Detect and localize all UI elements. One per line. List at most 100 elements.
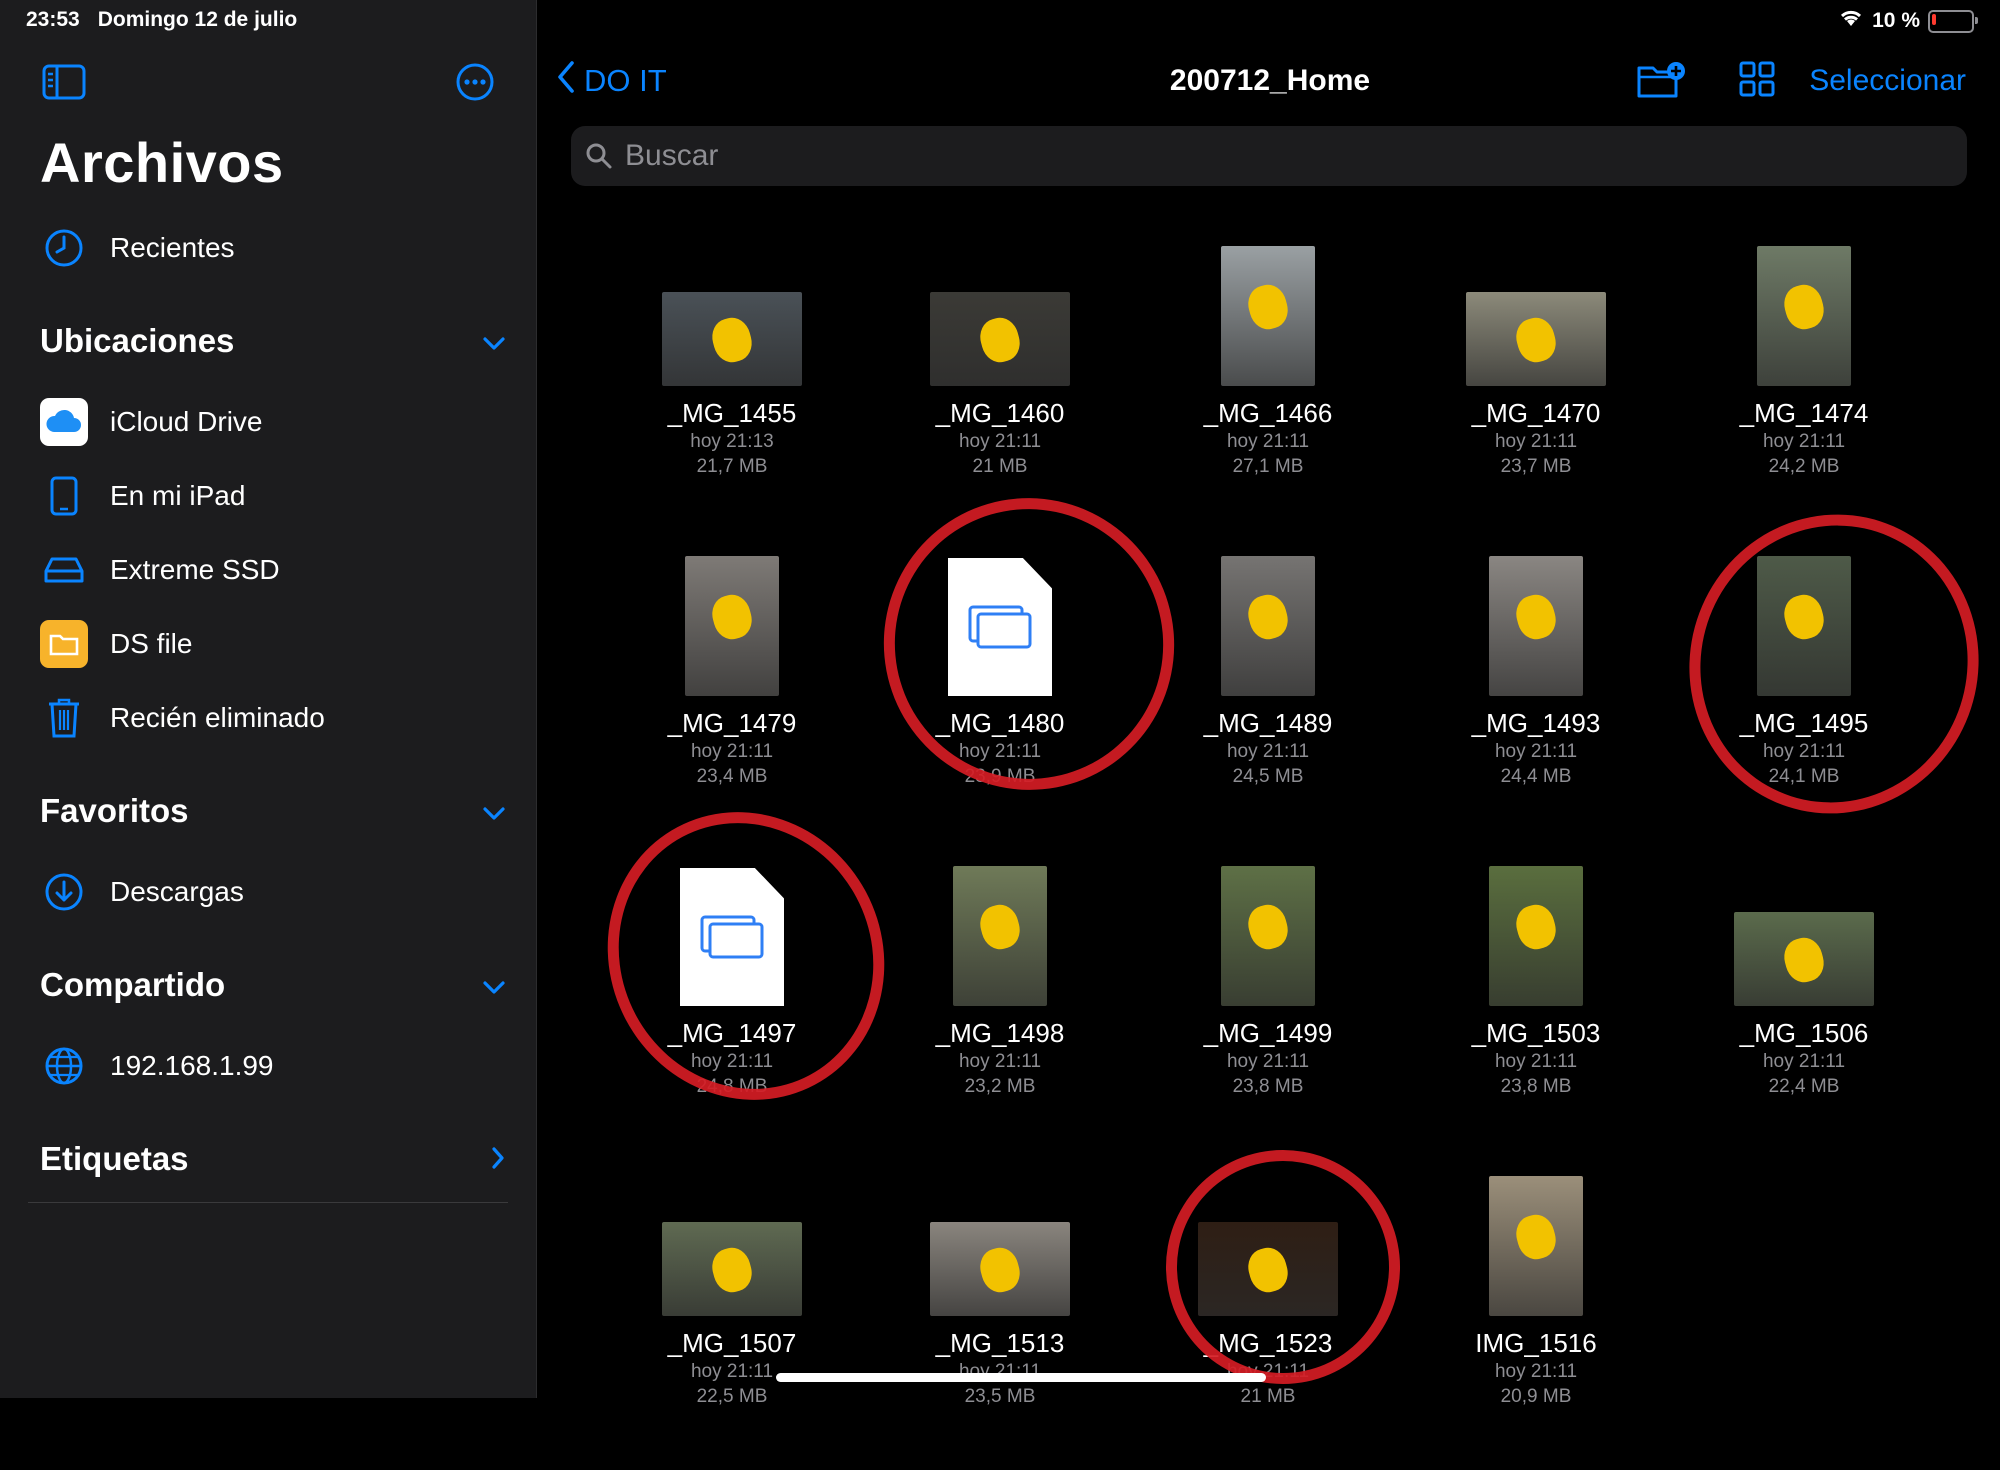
thumbnail-container — [1402, 856, 1670, 1006]
file-item[interactable]: _MG_1470 hoy 21:11 23,7 MB — [1402, 230, 1670, 540]
chevron-down-icon[interactable] — [482, 966, 506, 1004]
file-name: _MG_1495 — [1739, 708, 1869, 738]
file-size: 23,2 MB — [964, 1076, 1036, 1097]
file-item[interactable]: _MG_1493 hoy 21:11 24,4 MB — [1402, 540, 1670, 850]
file-item[interactable]: _MG_1474 hoy 21:11 24,2 MB — [1670, 230, 1938, 540]
file-item[interactable]: _MG_1480 hoy 21:11 23,9 MB — [866, 540, 1134, 850]
sidebar-item-network-server[interactable]: 192.168.1.99 — [40, 1042, 274, 1090]
file-date: hoy 21:11 — [1494, 1051, 1578, 1072]
sidebar-item-label: 192.168.1.99 — [110, 1050, 274, 1081]
file-item[interactable]: IMG_1516 hoy 21:11 20,9 MB — [1402, 1160, 1670, 1470]
sidebar-item-icloud-drive[interactable]: iCloud Drive — [40, 398, 263, 446]
redaction-scribble — [1243, 1244, 1293, 1297]
file-size: 20,9 MB — [1500, 1386, 1572, 1407]
file-item[interactable]: _MG_1507 hoy 21:11 22,5 MB — [598, 1160, 866, 1470]
section-shared[interactable]: Compartido — [40, 966, 506, 1004]
file-size: 23,5 MB — [964, 1386, 1036, 1407]
file-item[interactable]: _MG_1523 hoy 21:11 21 MB — [1134, 1160, 1402, 1470]
sidebar-item-label: Recientes — [110, 232, 235, 263]
file-date: hoy 21:11 — [1494, 741, 1578, 762]
grid-view-button[interactable] — [1738, 60, 1776, 103]
section-title: Etiquetas — [40, 1140, 189, 1177]
section-tags[interactable]: Etiquetas — [40, 1140, 506, 1178]
sidebar-item-extreme-ssd[interactable]: Extreme SSD — [40, 546, 280, 594]
file-date: hoy 21:11 — [958, 431, 1042, 452]
file-item[interactable]: _MG_1460 hoy 21:11 21 MB — [866, 230, 1134, 540]
file-name: _MG_1466 — [1203, 398, 1333, 428]
file-item[interactable]: _MG_1498 hoy 21:11 23,2 MB — [866, 850, 1134, 1160]
new-folder-button[interactable] — [1636, 60, 1688, 105]
more-options-icon[interactable] — [455, 62, 495, 107]
drive-icon — [40, 546, 88, 594]
redaction-scribble — [1511, 1211, 1561, 1264]
sidebar-item-on-ipad[interactable]: En mi iPad — [40, 472, 245, 520]
photo-thumbnail — [1489, 1176, 1583, 1316]
file-size: 27,1 MB — [1232, 456, 1304, 477]
trash-icon — [40, 694, 88, 742]
file-item[interactable]: _MG_1513 hoy 21:11 23,5 MB — [866, 1160, 1134, 1470]
file-item[interactable]: _MG_1499 hoy 21:11 23,8 MB — [1134, 850, 1402, 1160]
file-name: _MG_1499 — [1203, 1018, 1333, 1048]
chevron-down-icon[interactable] — [482, 792, 506, 830]
thumbnail-container — [1134, 546, 1402, 696]
sidebar-item-downloads[interactable]: Descargas — [40, 868, 244, 916]
sidebar-toggle-icon[interactable] — [42, 62, 86, 107]
file-name: _MG_1470 — [1471, 398, 1601, 428]
photo-thumbnail — [930, 1222, 1070, 1316]
thumbnail-container — [1670, 546, 1938, 696]
redaction-scribble — [1779, 281, 1829, 334]
section-title: Ubicaciones — [40, 322, 235, 359]
sidebar-item-ds-file[interactable]: DS file — [40, 620, 192, 668]
file-item[interactable]: _MG_1455 hoy 21:13 21,7 MB — [598, 230, 866, 540]
select-button[interactable]: Seleccionar — [1809, 64, 1966, 98]
redaction-scribble — [707, 1244, 757, 1297]
search-icon — [585, 142, 613, 170]
file-date: hoy 21:11 — [958, 1051, 1042, 1072]
download-icon — [40, 868, 88, 916]
status-time: 23:53 — [26, 8, 80, 31]
file-item[interactable]: _MG_1495hoy 21:11 24,1 MB — [1670, 540, 1938, 850]
file-size: 23,8 MB — [1500, 1076, 1572, 1097]
file-date: hoy 21:11 — [1762, 1051, 1846, 1072]
file-date: hoy 21:11 — [690, 741, 774, 762]
search-input[interactable] — [623, 138, 1967, 174]
file-item[interactable]: _MG_1479 hoy 21:11 23,4 MB — [598, 540, 866, 850]
section-locations[interactable]: Ubicaciones — [40, 322, 506, 360]
battery-icon — [1928, 9, 1978, 33]
sidebar-item-recently-deleted[interactable]: Recién eliminado — [40, 694, 325, 742]
file-date: hoy 21:11 — [1762, 741, 1846, 762]
file-name: _MG_1506 — [1739, 1018, 1869, 1048]
photo-thumbnail — [1198, 1222, 1338, 1316]
photo-thumbnail — [662, 1222, 802, 1316]
file-size: 24,8 MB — [696, 1076, 768, 1097]
sidebar-item-recents[interactable]: Recientes — [40, 224, 235, 272]
photo-thumbnail — [1221, 866, 1315, 1006]
home-indicator[interactable] — [776, 1373, 1266, 1382]
sidebar-item-label: iCloud Drive — [110, 406, 263, 437]
file-item[interactable]: _MG_1503 hoy 21:11 23,8 MB — [1402, 850, 1670, 1160]
file-date: hoy 21:11 — [1226, 1051, 1310, 1072]
file-item[interactable]: _MG_1466 hoy 21:11 27,1 MB — [1134, 230, 1402, 540]
photo-thumbnail — [1757, 556, 1851, 696]
file-size: 24,1 MB — [1768, 766, 1840, 787]
chevron-right-icon[interactable] — [490, 1140, 506, 1178]
globe-icon — [40, 1042, 88, 1090]
photo-thumbnail — [662, 292, 802, 386]
redaction-scribble — [1511, 901, 1561, 954]
section-favorites[interactable]: Favoritos — [40, 792, 506, 830]
photo-thumbnail — [1489, 556, 1583, 696]
photo-thumbnail — [953, 866, 1047, 1006]
file-item[interactable]: _MG_1489 hoy 21:11 24,5 MB — [1134, 540, 1402, 850]
file-date: hoy 21:13 — [690, 431, 774, 452]
chevron-down-icon[interactable] — [482, 322, 506, 360]
back-button[interactable]: DO IT — [556, 60, 667, 102]
document-icon — [948, 558, 1052, 696]
redaction-scribble — [707, 591, 757, 644]
sidebar-divider — [28, 1202, 508, 1203]
file-item[interactable]: _MG_1497 hoy 21:11 24,8 MB — [598, 850, 866, 1160]
file-size: 24,2 MB — [1768, 456, 1840, 477]
search-bar[interactable] — [571, 126, 1967, 186]
back-label: DO IT — [584, 63, 667, 98]
file-item[interactable]: _MG_1506 hoy 21:11 22,4 MB — [1670, 850, 1938, 1160]
thumbnail-container — [1402, 1166, 1670, 1316]
